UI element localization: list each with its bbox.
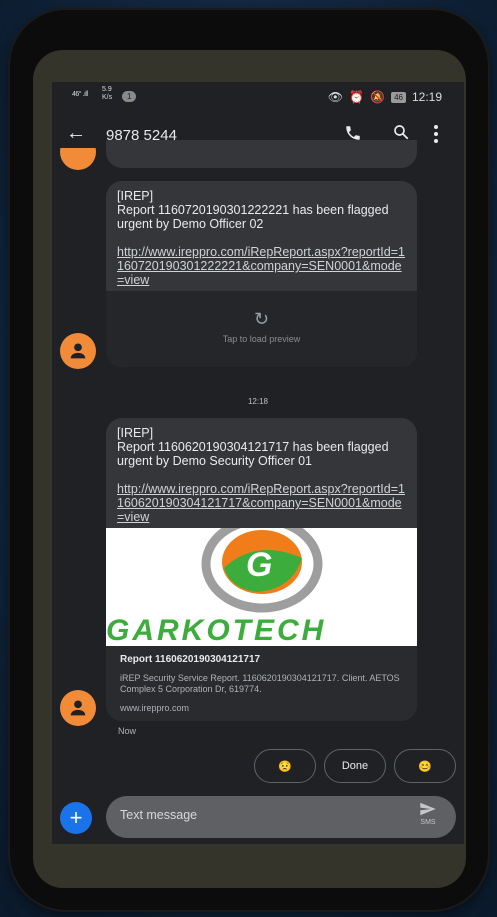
messages-screen: 46° .ıll 5.9 K/s 1 👁 ⏰ 🔕 46 12:19 ← 9878… xyxy=(52,82,464,844)
more-vert-icon[interactable] xyxy=(434,125,438,143)
contact-avatar[interactable] xyxy=(60,333,96,369)
link-preview-description: iREP Security Service Report. 1160620190… xyxy=(120,673,400,694)
link-preview-image[interactable]: G GARKOTECH xyxy=(106,528,417,646)
link-preview-placeholder-1[interactable]: ↻ Tap to load preview xyxy=(106,291,417,367)
message-composer: SMS xyxy=(106,796,456,838)
garkotech-logo: G GARKOTECH xyxy=(106,528,326,646)
message-bubble-1[interactable]: [IREP] Report 1160720190301222221 has be… xyxy=(106,181,417,367)
text-message-input[interactable] xyxy=(120,808,380,822)
smart-reply-done[interactable]: Done xyxy=(324,749,386,783)
message-link-2[interactable]: http://www.ireppro.com/iRepReport.aspx?r… xyxy=(117,482,407,524)
message-text-2: [IREP] Report 1160620190304121717 has be… xyxy=(106,418,417,528)
message-body-1: Report 1160720190301222221 has been flag… xyxy=(117,203,389,231)
eye-icon: 👁 xyxy=(327,90,344,104)
notification-count-badge: 1 xyxy=(122,91,137,102)
message-header-2: [IREP] xyxy=(117,426,154,440)
back-arrow-icon[interactable]: ← xyxy=(66,122,86,145)
person-icon xyxy=(70,700,86,716)
network-speed-unit: K/s xyxy=(102,94,113,101)
network-speed: 5.9 K/s xyxy=(102,86,112,102)
status-right: 👁 ⏰ 🔕 46 12:19 xyxy=(328,90,442,104)
smart-reply-worried[interactable]: 😟 xyxy=(254,749,316,783)
alarm-icon: ⏰ xyxy=(349,90,365,104)
message-header-1: [IREP] xyxy=(117,189,154,203)
link-preview-card[interactable]: Report 1160620190304121717 iREP Security… xyxy=(106,646,417,721)
message-bubble-partial xyxy=(106,140,417,168)
send-sms-button[interactable]: SMS xyxy=(414,802,442,826)
logo-wordmark: GARKOTECH xyxy=(106,614,326,646)
network-speed-value: 5.9 xyxy=(102,86,112,93)
send-icon xyxy=(420,802,436,816)
signal-indicator: 46° .ıll xyxy=(72,91,88,98)
smart-reply-smile[interactable]: 😊 xyxy=(394,749,456,783)
person-icon xyxy=(70,343,86,359)
message-text-1: [IREP] Report 1160720190301222221 has be… xyxy=(106,181,417,291)
add-attachment-button[interactable]: + xyxy=(60,802,92,834)
status-bar: 46° .ıll 5.9 K/s 1 👁 ⏰ 🔕 46 12:19 xyxy=(52,82,464,112)
svg-text:G: G xyxy=(246,546,272,584)
link-preview-host: www.ireppro.com xyxy=(120,703,190,713)
battery-indicator: 46 xyxy=(391,91,406,103)
refresh-icon: ↻ xyxy=(253,309,270,329)
message-body-2: Report 1160620190304121717 has been flag… xyxy=(117,440,389,468)
message-link-1[interactable]: http://www.ireppro.com/iRepReport.aspx?r… xyxy=(117,245,407,287)
status-time: 12:19 xyxy=(411,90,442,104)
contact-avatar[interactable] xyxy=(60,690,96,726)
link-preview-title: Report 1160620190304121717 xyxy=(120,654,261,665)
tap-to-load-preview: Tap to load preview xyxy=(222,334,301,344)
message-time-now: Now xyxy=(118,726,137,736)
send-sms-label: SMS xyxy=(420,819,436,826)
message-bubble-2[interactable]: [IREP] Report 1160620190304121717 has be… xyxy=(106,418,417,721)
mute-icon: 🔕 xyxy=(370,90,386,104)
timestamp-divider: 12:18 xyxy=(247,397,269,406)
